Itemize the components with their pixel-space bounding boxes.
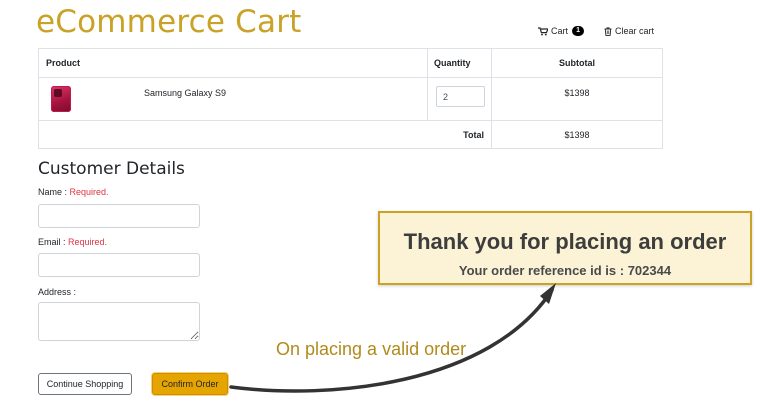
subtotal-column-header: Subtotal (491, 48, 663, 78)
cart-label: Cart (551, 26, 569, 36)
cart-count-badge: 1 (572, 26, 585, 36)
top-nav: Cart 1 Clear cart (538, 26, 654, 36)
email-label: Email : (38, 237, 66, 247)
total-row: Total $1398 (38, 120, 663, 149)
product-name: Samsung Galaxy S9 (144, 88, 227, 98)
trash-icon (604, 26, 612, 36)
total-label: Total (38, 120, 492, 149)
product-cell: Samsung Galaxy S9 (38, 77, 428, 121)
shopping-cart-icon (538, 26, 548, 36)
quantity-input[interactable] (436, 86, 485, 107)
email-required-text: Required. (68, 237, 108, 247)
order-reference-text: Your order reference id is : 702344 (458, 263, 672, 278)
table-row: Samsung Galaxy S9 $1398 (38, 77, 663, 121)
product-column-header: Product (38, 48, 428, 78)
quantity-column-header: Quantity (427, 48, 492, 78)
subtotal-cell: $1398 (491, 77, 663, 121)
address-textarea[interactable] (38, 302, 200, 341)
email-input[interactable] (38, 253, 200, 277)
clear-cart-label: Clear cart (615, 26, 655, 36)
order-confirmation-box: Thank you for placing an order Your orde… (378, 211, 752, 285)
page-title: eCommerce Cart (36, 4, 302, 40)
confirmation-title: Thank you for placing an order (403, 229, 727, 254)
name-field-label: Name : Required. (38, 187, 109, 197)
continue-shopping-button[interactable]: Continue Shopping (38, 373, 132, 395)
cart-link[interactable]: Cart 1 (538, 26, 585, 36)
clear-cart-link[interactable]: Clear cart (604, 26, 654, 36)
total-value: $1398 (491, 120, 663, 149)
email-field-label: Email : Required. (38, 237, 107, 247)
name-required-text: Required. (69, 187, 109, 197)
address-field-label: Address : (38, 287, 76, 297)
product-image (51, 86, 71, 112)
name-input[interactable] (38, 204, 200, 228)
name-label: Name : (38, 187, 68, 197)
customer-details-heading: Customer Details (38, 159, 185, 179)
annotation-text: On placing a valid order (276, 339, 467, 359)
address-label: Address : (38, 287, 77, 297)
quantity-cell (427, 77, 492, 121)
cart-table: Product Quantity Subtotal Samsung Galaxy… (38, 48, 663, 149)
confirm-order-button[interactable]: Confirm Order (152, 373, 228, 395)
